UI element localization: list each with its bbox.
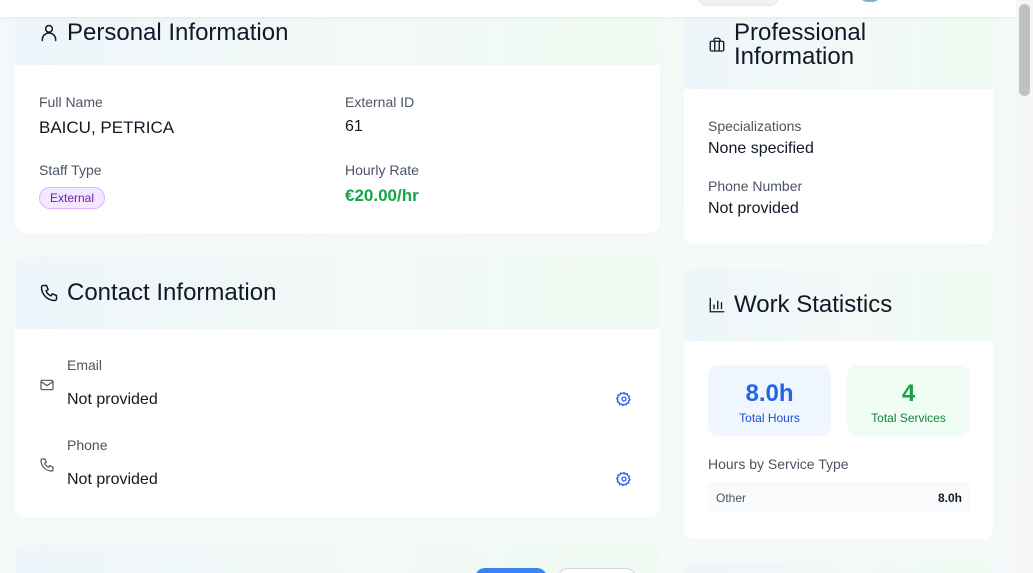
specializations-value: None specified [708, 140, 814, 157]
phone-number-label: Phone Number [708, 178, 803, 194]
hourly-rate-value: €20.00/hr [345, 186, 419, 205]
staff-type-label: Staff Type [39, 162, 102, 178]
hours-by-service-label: Hours by Service Type [708, 456, 849, 472]
professional-information-title-line1: Professional [734, 18, 867, 46]
service-row: Other 8.0h [708, 482, 970, 513]
total-services-label: Total Services [871, 411, 946, 425]
bar-chart-icon [708, 296, 726, 314]
external-id-label: External ID [345, 94, 415, 110]
phone-row: Phone Not provided [39, 437, 639, 493]
contact-information-title: Contact Information [67, 279, 277, 306]
phone-icon [39, 283, 59, 303]
phone-small-icon [39, 457, 55, 473]
total-services-box: 4 Total Services [847, 365, 970, 436]
total-services-value: 4 [901, 380, 916, 407]
full-name-value: BAICU, PETRICA [39, 118, 175, 137]
total-hours-label: Total Hours [739, 411, 800, 425]
phone-label: Phone [67, 437, 108, 453]
email-label: Email [67, 357, 103, 373]
external-id-value: 61 [345, 118, 363, 135]
mail-icon [39, 377, 55, 393]
header-toggle[interactable] [698, 0, 778, 6]
service-row-name: Other [716, 491, 747, 505]
email-row: Email Not provided [39, 357, 639, 413]
next-section-card [15, 545, 660, 573]
personal-information-card: Personal Information Full Name BAICU, PE… [15, 0, 660, 233]
personal-information-title: Personal Information [67, 18, 289, 46]
top-header-bar [0, 0, 1033, 17]
next-right-header [684, 562, 993, 573]
professional-information-title-line2: Information [734, 42, 855, 70]
contact-information-header: Contact Information [15, 257, 660, 329]
vertical-scrollbar[interactable] [1016, 0, 1033, 573]
service-row-hours: 8.0h [937, 491, 962, 505]
professional-information-card: Professional Information Specializations… [684, 0, 993, 244]
avatar[interactable] [858, 0, 882, 2]
briefcase-icon [708, 36, 726, 54]
contact-information-card: Contact Information Email Not provided P… [15, 257, 660, 517]
total-hours-box: 8.0h Total Hours [708, 365, 831, 436]
scrollbar-thumb[interactable] [1019, 4, 1030, 96]
work-statistics-header: Work Statistics [684, 269, 993, 341]
work-statistics-title: Work Statistics [734, 291, 893, 318]
full-name-label: Full Name [39, 94, 103, 110]
primary-action-button[interactable] [475, 568, 547, 573]
specializations-label: Specializations [708, 118, 802, 134]
phone-settings-gear-icon[interactable] [616, 471, 632, 487]
total-hours-value: 8.0h [745, 380, 794, 407]
phone-value: Not provided [67, 471, 158, 488]
hourly-rate-label: Hourly Rate [345, 162, 419, 178]
phone-number-value: Not provided [708, 200, 799, 217]
staff-type-badge: External [39, 187, 106, 209]
email-value: Not provided [67, 391, 158, 408]
work-statistics-card: Work Statistics 8.0h Total Hours 4 Total… [684, 269, 993, 539]
user-icon [39, 23, 59, 43]
next-right-card [684, 562, 993, 573]
secondary-action-button[interactable] [558, 568, 636, 573]
email-settings-gear-icon[interactable] [616, 391, 632, 407]
